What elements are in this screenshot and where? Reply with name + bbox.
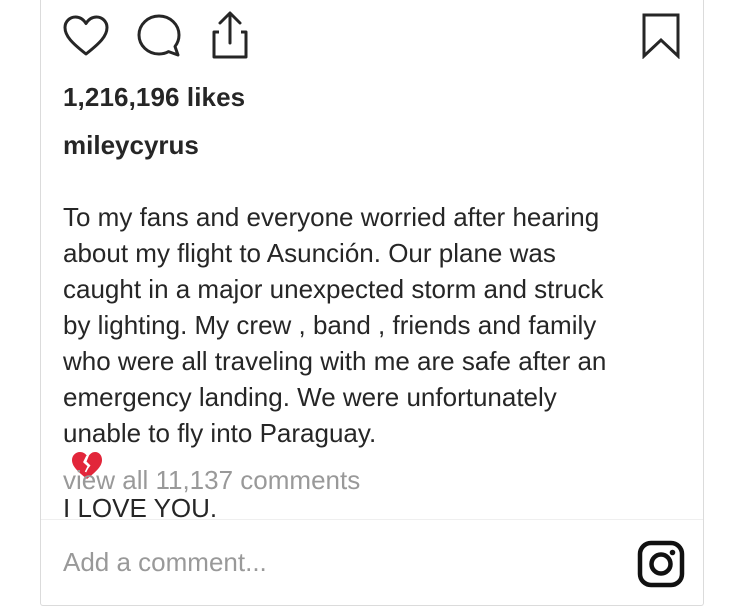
- caption-line: by lighting. My crew , band , friends an…: [63, 310, 597, 340]
- bookmark-icon[interactable]: [641, 13, 681, 59]
- divider: [41, 519, 703, 520]
- view-all-comments-link[interactable]: view all 11,137 comments: [63, 465, 360, 496]
- instagram-camera-icon[interactable]: [637, 540, 685, 588]
- heart-outline-icon[interactable]: [62, 14, 110, 58]
- caption-line: about my flight to Asunción. Our plane w…: [63, 238, 556, 268]
- comment-bubble-icon[interactable]: [136, 13, 182, 59]
- post-card: 1,216,196 likes mileycyrus To my fans an…: [40, 0, 704, 606]
- add-comment-input[interactable]: [63, 542, 623, 582]
- post-author-username[interactable]: mileycyrus: [63, 130, 199, 161]
- share-upload-icon[interactable]: [207, 10, 253, 60]
- caption-text-before-emoji: unable to fly into Paraguay.: [63, 418, 377, 448]
- like-count[interactable]: 1,216,196 likes: [63, 82, 245, 113]
- caption-line: To my fans and everyone worried after he…: [63, 202, 600, 232]
- caption-line: who were all traveling with me are safe …: [63, 346, 607, 376]
- caption-line: emergency landing. We were unfortunately: [63, 382, 557, 412]
- caption-line: caught in a major unexpected storm and s…: [63, 274, 604, 304]
